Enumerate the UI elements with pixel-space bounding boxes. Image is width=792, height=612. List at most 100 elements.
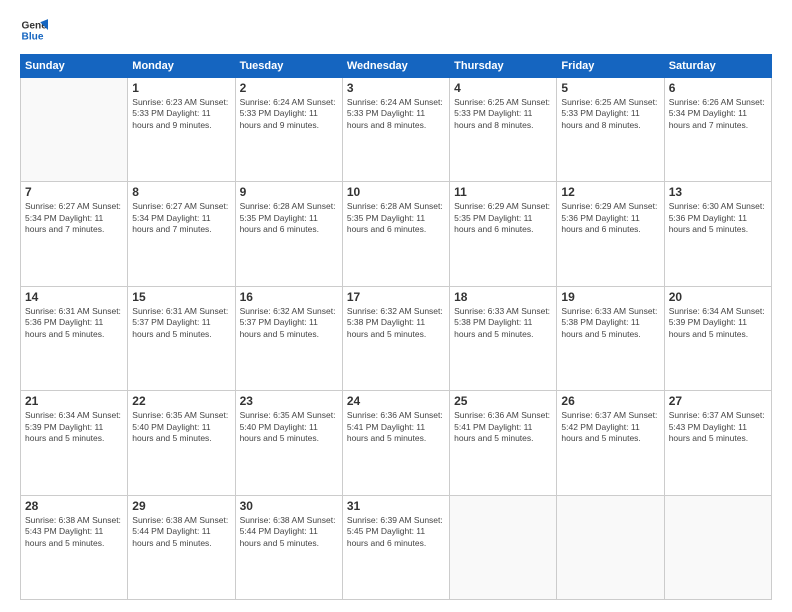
calendar-cell <box>557 495 664 599</box>
day-number: 17 <box>347 290 445 304</box>
day-number: 4 <box>454 81 552 95</box>
weekday-header-thursday: Thursday <box>450 55 557 78</box>
day-number: 15 <box>132 290 230 304</box>
day-number: 12 <box>561 185 659 199</box>
calendar-cell: 16 Sunrise: 6:32 AM Sunset: 5:37 PM Dayli… <box>235 286 342 390</box>
calendar-cell: 5 Sunrise: 6:25 AM Sunset: 5:33 PM Daylig… <box>557 78 664 182</box>
calendar-cell <box>450 495 557 599</box>
day-info: Sunrise: 6:32 AM Sunset: 5:37 PM Dayligh… <box>240 306 338 340</box>
day-number: 14 <box>25 290 123 304</box>
day-number: 31 <box>347 499 445 513</box>
day-info: Sunrise: 6:31 AM Sunset: 5:36 PM Dayligh… <box>25 306 123 340</box>
day-number: 3 <box>347 81 445 95</box>
calendar-cell: 25 Sunrise: 6:36 AM Sunset: 5:41 PM Dayli… <box>450 391 557 495</box>
calendar-cell <box>21 78 128 182</box>
day-info: Sunrise: 6:36 AM Sunset: 5:41 PM Dayligh… <box>454 410 552 444</box>
day-info: Sunrise: 6:34 AM Sunset: 5:39 PM Dayligh… <box>25 410 123 444</box>
weekday-header-monday: Monday <box>128 55 235 78</box>
day-info: Sunrise: 6:23 AM Sunset: 5:33 PM Dayligh… <box>132 97 230 131</box>
day-number: 22 <box>132 394 230 408</box>
day-info: Sunrise: 6:39 AM Sunset: 5:45 PM Dayligh… <box>347 515 445 549</box>
day-info: Sunrise: 6:38 AM Sunset: 5:44 PM Dayligh… <box>240 515 338 549</box>
week-row-2: 7 Sunrise: 6:27 AM Sunset: 5:34 PM Daylig… <box>21 182 772 286</box>
day-number: 8 <box>132 185 230 199</box>
day-number: 2 <box>240 81 338 95</box>
day-number: 30 <box>240 499 338 513</box>
day-info: Sunrise: 6:38 AM Sunset: 5:43 PM Dayligh… <box>25 515 123 549</box>
calendar-cell: 9Sunrise: 6:28 AM Sunset: 5:35 PM Daylig… <box>235 182 342 286</box>
calendar-cell: 31 Sunrise: 6:39 AM Sunset: 5:45 PM Dayli… <box>342 495 449 599</box>
day-number: 10 <box>347 185 445 199</box>
calendar-cell: 18 Sunrise: 6:33 AM Sunset: 5:38 PM Dayli… <box>450 286 557 390</box>
day-info: Sunrise: 6:36 AM Sunset: 5:41 PM Dayligh… <box>347 410 445 444</box>
day-number: 19 <box>561 290 659 304</box>
day-info: Sunrise: 6:25 AM Sunset: 5:33 PM Dayligh… <box>454 97 552 131</box>
calendar-cell: 4 Sunrise: 6:25 AM Sunset: 5:33 PM Daylig… <box>450 78 557 182</box>
weekday-header-tuesday: Tuesday <box>235 55 342 78</box>
calendar-cell: 10Sunrise: 6:28 AM Sunset: 5:35 PM Dayli… <box>342 182 449 286</box>
day-info: Sunrise: 6:38 AM Sunset: 5:44 PM Dayligh… <box>132 515 230 549</box>
day-info: Sunrise: 6:26 AM Sunset: 5:34 PM Dayligh… <box>669 97 767 131</box>
day-info: Sunrise: 6:35 AM Sunset: 5:40 PM Dayligh… <box>240 410 338 444</box>
day-number: 11 <box>454 185 552 199</box>
day-info: Sunrise: 6:37 AM Sunset: 5:42 PM Dayligh… <box>561 410 659 444</box>
day-number: 26 <box>561 394 659 408</box>
svg-text:Blue: Blue <box>22 31 44 42</box>
week-row-1: 1 Sunrise: 6:23 AM Sunset: 5:33 PM Daylig… <box>21 78 772 182</box>
logo-icon: General Blue <box>20 16 48 44</box>
calendar-table: SundayMondayTuesdayWednesdayThursdayFrid… <box>20 54 772 600</box>
calendar-cell: 26 Sunrise: 6:37 AM Sunset: 5:42 PM Dayli… <box>557 391 664 495</box>
day-number: 1 <box>132 81 230 95</box>
day-info: Sunrise: 6:27 AM Sunset: 5:34 PM Dayligh… <box>132 201 230 235</box>
day-number: 16 <box>240 290 338 304</box>
calendar-cell: 24 Sunrise: 6:36 AM Sunset: 5:41 PM Dayli… <box>342 391 449 495</box>
page-container: General Blue SundayMondayTuesdayWednesda… <box>0 0 792 612</box>
header: General Blue <box>20 16 772 44</box>
calendar-cell: 19Sunrise: 6:33 AM Sunset: 5:38 PM Dayli… <box>557 286 664 390</box>
day-number: 6 <box>669 81 767 95</box>
day-info: Sunrise: 6:29 AM Sunset: 5:35 PM Dayligh… <box>454 201 552 235</box>
day-number: 18 <box>454 290 552 304</box>
calendar-cell: 2Sunrise: 6:24 AM Sunset: 5:33 PM Daylig… <box>235 78 342 182</box>
day-info: Sunrise: 6:32 AM Sunset: 5:38 PM Dayligh… <box>347 306 445 340</box>
calendar-cell: 29 Sunrise: 6:38 AM Sunset: 5:44 PM Dayli… <box>128 495 235 599</box>
day-info: Sunrise: 6:35 AM Sunset: 5:40 PM Dayligh… <box>132 410 230 444</box>
weekday-header-friday: Friday <box>557 55 664 78</box>
calendar-cell: 1 Sunrise: 6:23 AM Sunset: 5:33 PM Daylig… <box>128 78 235 182</box>
day-info: Sunrise: 6:25 AM Sunset: 5:33 PM Dayligh… <box>561 97 659 131</box>
week-row-4: 21 Sunrise: 6:34 AM Sunset: 5:39 PM Dayli… <box>21 391 772 495</box>
calendar-cell: 15 Sunrise: 6:31 AM Sunset: 5:37 PM Dayli… <box>128 286 235 390</box>
day-number: 24 <box>347 394 445 408</box>
day-number: 27 <box>669 394 767 408</box>
day-number: 29 <box>132 499 230 513</box>
logo: General Blue <box>20 16 48 44</box>
day-info: Sunrise: 6:29 AM Sunset: 5:36 PM Dayligh… <box>561 201 659 235</box>
day-number: 20 <box>669 290 767 304</box>
day-number: 5 <box>561 81 659 95</box>
calendar-cell: 14 Sunrise: 6:31 AM Sunset: 5:36 PM Dayli… <box>21 286 128 390</box>
calendar-cell: 27 Sunrise: 6:37 AM Sunset: 5:43 PM Dayli… <box>664 391 771 495</box>
calendar-cell: 11 Sunrise: 6:29 AM Sunset: 5:35 PM Dayli… <box>450 182 557 286</box>
day-info: Sunrise: 6:33 AM Sunset: 5:38 PM Dayligh… <box>454 306 552 340</box>
calendar-cell: 13 Sunrise: 6:30 AM Sunset: 5:36 PM Dayli… <box>664 182 771 286</box>
calendar-cell <box>664 495 771 599</box>
day-info: Sunrise: 6:37 AM Sunset: 5:43 PM Dayligh… <box>669 410 767 444</box>
day-number: 13 <box>669 185 767 199</box>
calendar-cell: 12 Sunrise: 6:29 AM Sunset: 5:36 PM Dayli… <box>557 182 664 286</box>
day-info: Sunrise: 6:31 AM Sunset: 5:37 PM Dayligh… <box>132 306 230 340</box>
calendar-cell: 28Sunrise: 6:38 AM Sunset: 5:43 PM Dayli… <box>21 495 128 599</box>
day-info: Sunrise: 6:30 AM Sunset: 5:36 PM Dayligh… <box>669 201 767 235</box>
day-number: 21 <box>25 394 123 408</box>
day-number: 7 <box>25 185 123 199</box>
calendar-cell: 7 Sunrise: 6:27 AM Sunset: 5:34 PM Daylig… <box>21 182 128 286</box>
day-info: Sunrise: 6:24 AM Sunset: 5:33 PM Dayligh… <box>347 97 445 131</box>
day-number: 23 <box>240 394 338 408</box>
weekday-header-wednesday: Wednesday <box>342 55 449 78</box>
calendar-cell: 22 Sunrise: 6:35 AM Sunset: 5:40 PM Dayli… <box>128 391 235 495</box>
weekday-header-saturday: Saturday <box>664 55 771 78</box>
week-row-3: 14 Sunrise: 6:31 AM Sunset: 5:36 PM Dayli… <box>21 286 772 390</box>
day-number: 25 <box>454 394 552 408</box>
day-info: Sunrise: 6:27 AM Sunset: 5:34 PM Dayligh… <box>25 201 123 235</box>
calendar-cell: 23 Sunrise: 6:35 AM Sunset: 5:40 PM Dayli… <box>235 391 342 495</box>
calendar-cell: 21 Sunrise: 6:34 AM Sunset: 5:39 PM Dayli… <box>21 391 128 495</box>
